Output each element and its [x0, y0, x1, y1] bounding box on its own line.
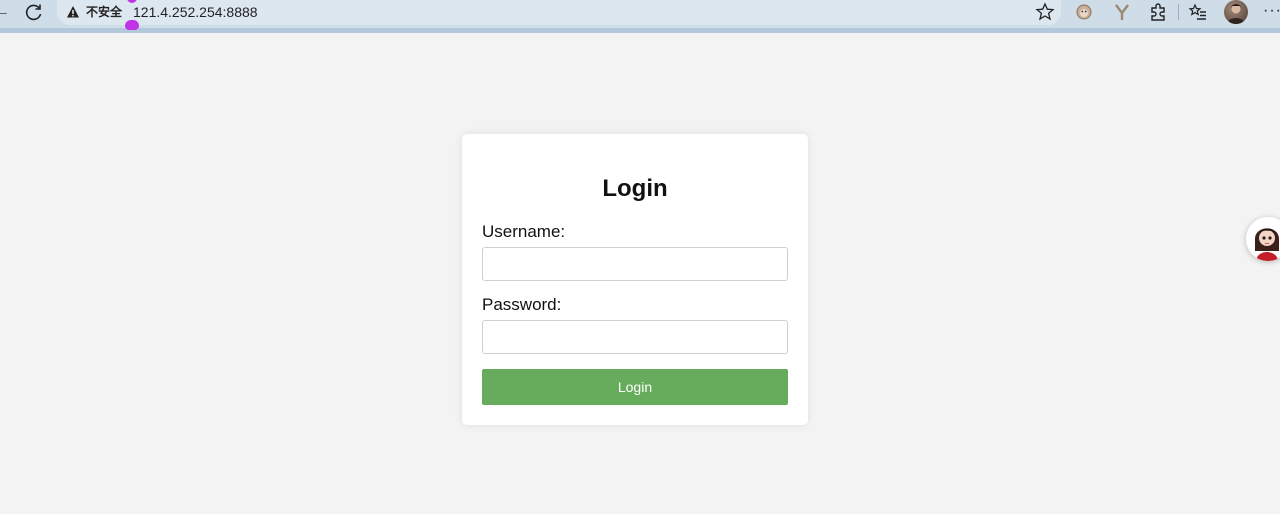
login-card: Login Username: Password: Login — [462, 134, 808, 425]
profile-avatar[interactable] — [1224, 0, 1248, 24]
toolbar-divider — [1178, 4, 1179, 20]
login-title: Login — [602, 175, 668, 202]
monkey-extension-icon[interactable] — [1074, 2, 1094, 22]
extensions-puzzle-icon[interactable] — [1148, 2, 1168, 22]
back-arrow-icon[interactable]: ← — [0, 2, 10, 22]
favorites-icon[interactable] — [1188, 2, 1208, 22]
overlay-marker-bottom — [125, 20, 139, 30]
reload-icon[interactable] — [24, 2, 44, 22]
warning-icon[interactable] — [66, 5, 80, 19]
address-bar[interactable]: 不安全 121.4.252.254:8888 — [57, 0, 1061, 30]
browser-toolbar: ← 不安全 121.4.252.254:8888 ·· — [0, 0, 1280, 33]
overlay-marker-top — [127, 0, 137, 3]
password-input[interactable] — [482, 320, 788, 354]
y-extension-icon[interactable] — [1112, 2, 1132, 22]
url-text[interactable]: 121.4.252.254:8888 — [133, 4, 258, 20]
security-status-label[interactable]: 不安全 — [86, 4, 122, 20]
username-label: Username: — [482, 222, 566, 241]
star-icon[interactable] — [1035, 2, 1055, 22]
login-button[interactable]: Login — [482, 369, 788, 405]
more-icon[interactable]: ··· — [1263, 3, 1280, 19]
assistant-avatar-icon[interactable] — [1246, 217, 1280, 261]
username-input[interactable] — [482, 247, 788, 281]
password-label: Password: — [482, 295, 562, 314]
